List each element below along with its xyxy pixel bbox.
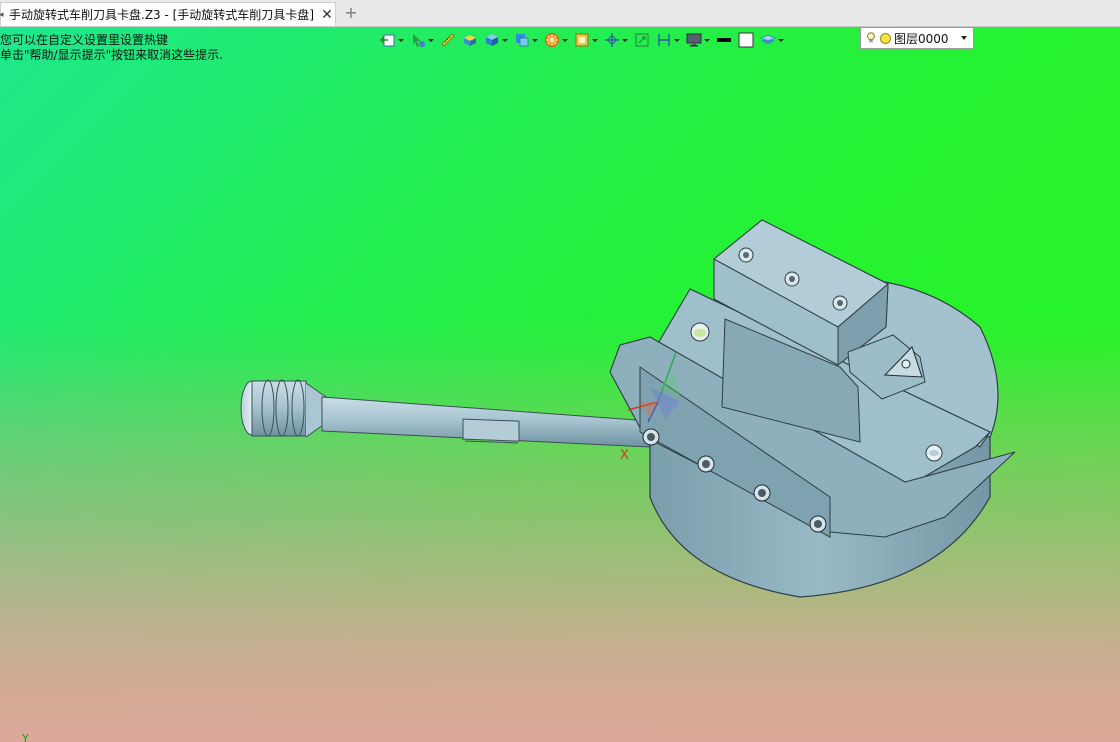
- plus-icon[interactable]: +: [343, 3, 359, 23]
- document-tab-bar: ◂ 手动旋转式车削刀具卡盘.Z3 - [手动旋转式车削刀具卡盘] ✕ +: [0, 0, 1120, 27]
- close-icon[interactable]: ✕: [320, 8, 334, 22]
- tab-scroll-left-icon[interactable]: ◂: [0, 10, 7, 20]
- document-tab[interactable]: ◂ 手动旋转式车削刀具卡盘.Z3 - [手动旋转式车削刀具卡盘] ✕: [0, 2, 336, 26]
- handle-shaft: [321, 396, 651, 448]
- cad-model-canvas[interactable]: X: [0, 27, 1120, 742]
- 3d-viewport[interactable]: 您可以在自定义设置里设置热键 单击"帮助/显示提示"按钮来取消这些提示. 图层0…: [0, 27, 1120, 742]
- document-tab-title: 手动旋转式车削刀具卡盘.Z3 - [手动旋转式车削刀具卡盘]: [9, 8, 314, 22]
- axis-x-label: X: [620, 448, 629, 463]
- handle-knob: [240, 379, 327, 438]
- axis-y-corner-label: Y: [22, 732, 29, 742]
